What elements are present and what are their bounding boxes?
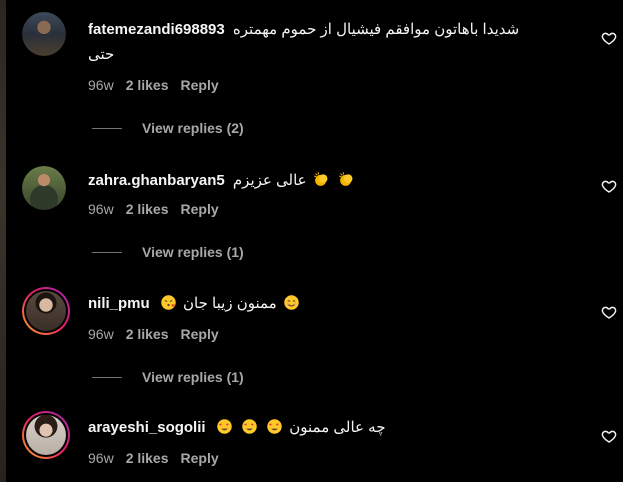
comment-likes[interactable]: 2 likes bbox=[126, 450, 169, 466]
avatar[interactable] bbox=[22, 12, 66, 56]
comment-body: arayeshi_sogolii چه عالی ممنون bbox=[88, 415, 548, 440]
background-strip bbox=[0, 0, 6, 482]
comment-username[interactable]: fatemezandi698893 bbox=[88, 21, 225, 38]
comment-time[interactable]: 96w bbox=[88, 326, 114, 342]
clapping-hands-emoji bbox=[313, 172, 328, 186]
comment-text: ممنون زیبا جان bbox=[183, 295, 277, 312]
divider-line bbox=[92, 127, 122, 129]
comment-likes[interactable]: 2 likes bbox=[126, 326, 169, 342]
comment-item: fatemezandi698893 شدیدا باهاتون موافقم ف… bbox=[22, 12, 617, 136]
comment-item: arayeshi_sogolii چه عالی ممنون 96w 2 lik… bbox=[22, 411, 617, 481]
comment-likes[interactable]: 2 likes bbox=[126, 201, 169, 217]
comment-item: nili_pmu ممنون زیبا جان 96w 2 likes Repl… bbox=[22, 287, 617, 387]
view-replies-label: View replies (1) bbox=[142, 244, 244, 260]
reply-button[interactable]: Reply bbox=[181, 201, 219, 217]
heart-outline-icon[interactable] bbox=[601, 178, 617, 194]
comment-body: zahra.ghanbaryan5 عالی عزیزم bbox=[88, 168, 548, 193]
divider-line bbox=[92, 251, 122, 253]
heart-outline-icon[interactable] bbox=[601, 428, 617, 444]
view-replies-button[interactable]: View replies (2) bbox=[92, 120, 244, 136]
comment-item: zahra.ghanbaryan5 عالی عزیزم 96w 2 likes… bbox=[22, 166, 617, 266]
heart-eyes-emoji bbox=[267, 419, 282, 434]
comment-text: عالی عزیزم bbox=[232, 172, 307, 189]
heart-eyes-emoji bbox=[217, 419, 232, 434]
heart-outline-icon[interactable] bbox=[601, 30, 617, 46]
comment-time[interactable]: 96w bbox=[88, 201, 114, 217]
comment-username[interactable]: zahra.ghanbaryan5 bbox=[88, 172, 225, 189]
comments-panel: fatemezandi698893 شدیدا باهاتون موافقم ف… bbox=[0, 0, 623, 482]
reply-button[interactable]: Reply bbox=[181, 450, 219, 466]
comment-username[interactable]: nili_pmu bbox=[88, 295, 150, 312]
view-replies-button[interactable]: View replies (1) bbox=[92, 369, 244, 385]
reply-button[interactable]: Reply bbox=[181, 77, 219, 93]
comment-body: nili_pmu ممنون زیبا جان bbox=[88, 291, 548, 316]
comment-username[interactable]: arayeshi_sogolii bbox=[88, 419, 206, 436]
comment-meta: 96w 2 likes Reply bbox=[88, 77, 219, 93]
view-replies-label: View replies (1) bbox=[142, 369, 244, 385]
view-replies-label: View replies (2) bbox=[142, 120, 244, 136]
comment-meta: 96w 2 likes Reply bbox=[88, 326, 219, 342]
divider-line bbox=[92, 376, 122, 378]
avatar[interactable] bbox=[22, 287, 70, 335]
heart-outline-icon[interactable] bbox=[601, 304, 617, 320]
reply-button[interactable]: Reply bbox=[181, 326, 219, 342]
avatar[interactable] bbox=[22, 411, 70, 459]
view-replies-button[interactable]: View replies (1) bbox=[92, 244, 244, 260]
comment-body: fatemezandi698893 شدیدا باهاتون موافقم ف… bbox=[88, 17, 548, 67]
comment-text: چه عالی ممنون bbox=[289, 419, 386, 436]
comment-likes[interactable]: 2 likes bbox=[126, 77, 169, 93]
comment-meta: 96w 2 likes Reply bbox=[88, 201, 219, 217]
comment-time[interactable]: 96w bbox=[88, 450, 114, 466]
avatar[interactable] bbox=[22, 166, 66, 210]
comment-meta: 96w 2 likes Reply bbox=[88, 450, 219, 466]
smiling-face-emoji bbox=[284, 295, 299, 310]
face-blowing-kiss-emoji bbox=[161, 295, 176, 310]
comment-time[interactable]: 96w bbox=[88, 77, 114, 93]
clapping-hands-emoji bbox=[339, 172, 353, 186]
heart-eyes-emoji bbox=[242, 419, 257, 434]
